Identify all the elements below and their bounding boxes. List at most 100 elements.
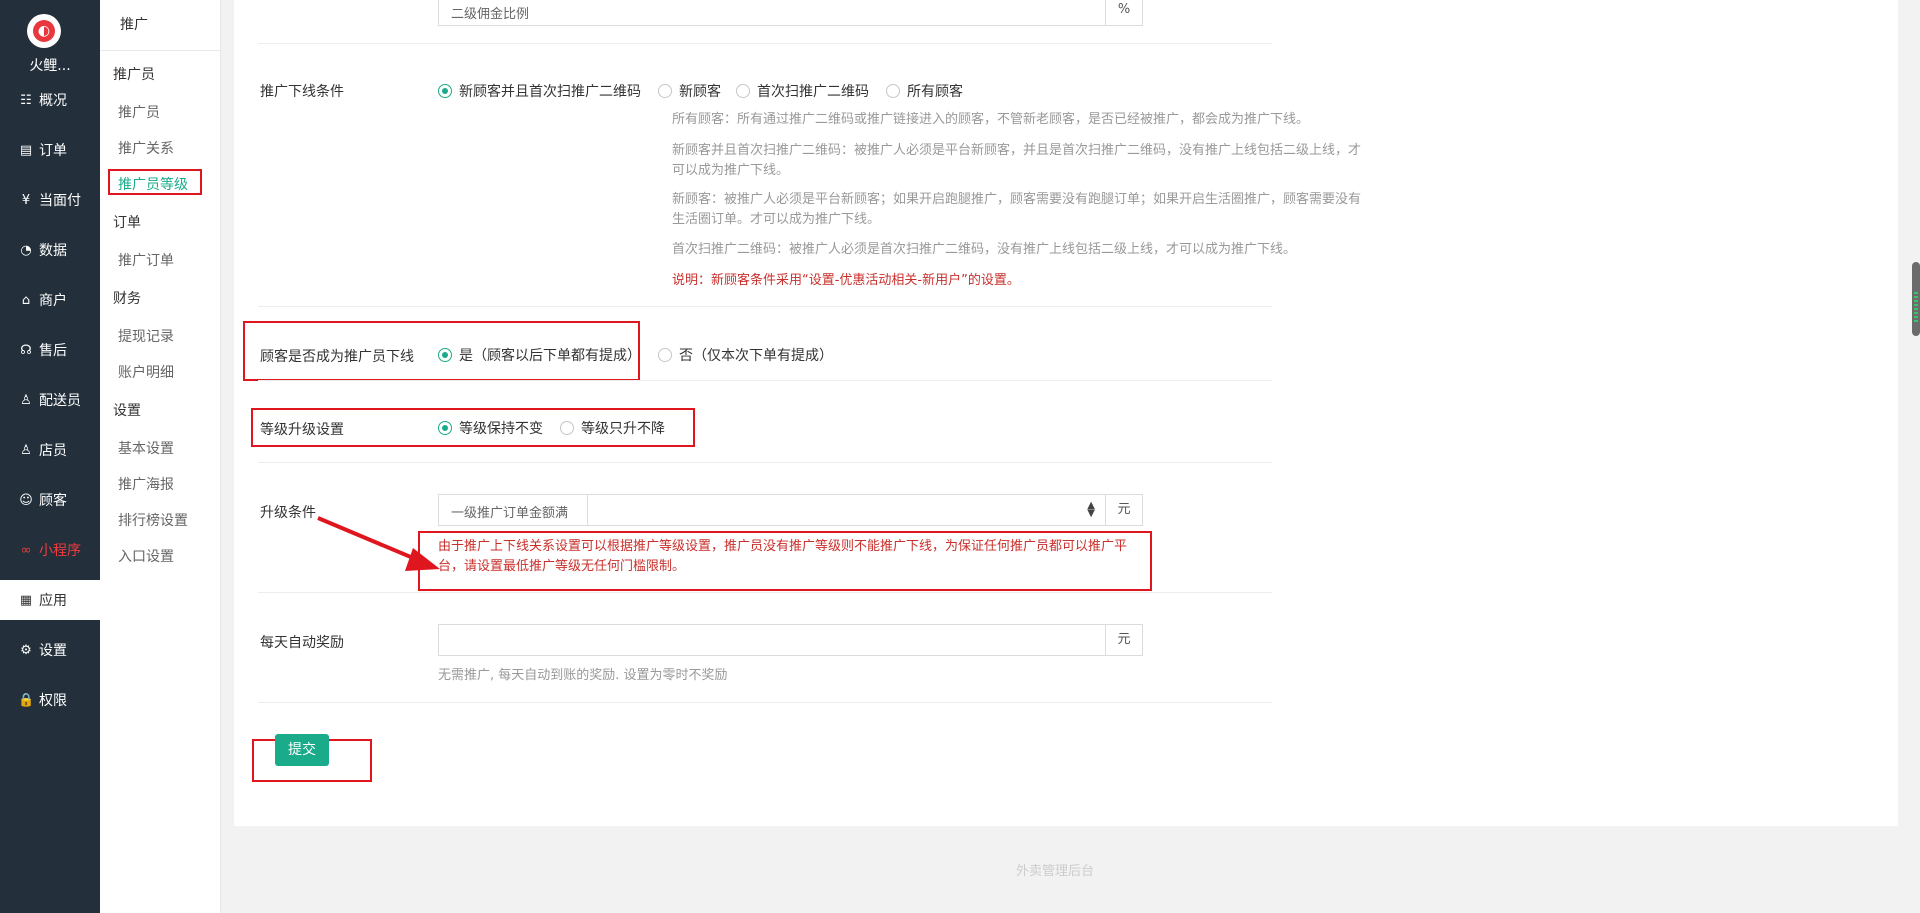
- highlight-box: [108, 169, 202, 195]
- brand-logo[interactable]: ◐: [27, 14, 61, 48]
- nav-item-overview[interactable]: ☷ 概况: [0, 80, 100, 120]
- row-divider: [258, 592, 1272, 593]
- radio-new-customer[interactable]: 新顾客: [658, 81, 721, 101]
- customer-icon: ☺: [19, 492, 33, 508]
- radio-dot: [438, 348, 452, 362]
- radio-label: 否（仅本次下单有提成）: [679, 348, 833, 364]
- nav-item-data[interactable]: ◔ 数据: [0, 230, 100, 270]
- daily-reward-input[interactable]: [438, 624, 1106, 656]
- radio-label: 新顾客并且首次扫推广二维码: [459, 84, 641, 100]
- radio-dot: [658, 84, 672, 98]
- row-divider: [258, 462, 1272, 463]
- footer-text: 外卖管理后台: [1016, 864, 1095, 879]
- apps-icon: ▦: [19, 592, 33, 608]
- radio-level-up-only[interactable]: 等级只升不降: [560, 418, 665, 438]
- subnav-link-ranking[interactable]: 排行榜设置: [118, 510, 188, 530]
- upgrade-warning: 由于推广上下线关系设置可以根据推广等级设置，推广员没有推广等级则不能推广下线，为…: [438, 539, 1128, 574]
- upgrade-select-value: 一级推广订单金额满: [451, 506, 569, 521]
- percent-addon: %: [1105, 0, 1143, 26]
- form-card: 二级佣金比例 % 推广下线条件 新顾客并且首次扫推广二维码 新顾客 首次扫推广二…: [234, 0, 1898, 826]
- radio-new-and-first-scan[interactable]: 新顾客并且首次扫推广二维码: [438, 81, 641, 101]
- nav-label: 售后: [39, 343, 67, 359]
- upgrade-amount-input[interactable]: ▲ ▼: [587, 494, 1106, 526]
- service-icon: ☊: [20, 342, 32, 358]
- nav-label: 应用: [39, 593, 67, 609]
- nav-label: 设置: [39, 643, 67, 659]
- nav-label: 概况: [39, 93, 67, 109]
- row-divider: [258, 306, 1272, 307]
- radio-customer-no[interactable]: 否（仅本次下单有提成）: [658, 345, 833, 365]
- lock-icon: 🔒: [18, 692, 35, 708]
- yuan-addon: 元: [1105, 624, 1143, 656]
- daily-reward-help: 无需推广, 每天自动到账的奖励. 设置为零时不奖励: [438, 668, 728, 683]
- downline-help-new: 新顾客：被推广人必须是平台新顾客；如果开启跑腿推广，顾客需要没有跑腿订单；如果开…: [672, 192, 1362, 227]
- radio-dot: [658, 348, 672, 362]
- radio-dot: [438, 421, 452, 435]
- radio-dot: [736, 84, 750, 98]
- courier-icon: ♙: [20, 392, 32, 408]
- nav-label: 当面付: [39, 193, 81, 209]
- subnav-link-promoter[interactable]: 推广员: [118, 102, 160, 122]
- nav-item-staff[interactable]: ♙ 店员: [0, 430, 100, 470]
- sub-nav: 推广 推广员 推广员 推广关系 推广员等级 订单 推广订单 财务 提现记录 账户…: [100, 0, 221, 913]
- radio-all-customers[interactable]: 所有顾客: [886, 81, 963, 101]
- nav-label: 小程序: [39, 543, 81, 559]
- subnav-group-promoter: 推广员: [113, 67, 155, 83]
- subnav-group-finance: 财务: [113, 291, 141, 307]
- nav-item-miniapp[interactable]: ∞ 小程序: [0, 530, 100, 570]
- nav-item-apps[interactable]: ▦ 应用: [0, 580, 100, 620]
- nav-item-merchant[interactable]: ⌂ 商户: [0, 280, 100, 320]
- yuan-icon: ¥: [21, 192, 31, 208]
- customer-downline-label: 顾客是否成为推广员下线: [260, 349, 414, 365]
- downline-note: 说明：新顾客条件采用“设置-优惠活动相关-新用户”的设置。: [672, 273, 1020, 288]
- radio-customer-yes[interactable]: 是（顾客以后下单都有提成）: [438, 345, 641, 365]
- submit-button[interactable]: 提交: [275, 734, 329, 766]
- spinner-icon[interactable]: ▲ ▼: [1087, 501, 1095, 519]
- nav-item-face-pay[interactable]: ¥ 当面付: [0, 180, 100, 220]
- nav-item-customer[interactable]: ☺ 顾客: [0, 480, 100, 520]
- upgrade-condition-select[interactable]: 一级推广订单金额满: [438, 494, 588, 526]
- radio-label: 等级保持不变: [459, 421, 543, 437]
- subnav-link-basic[interactable]: 基本设置: [118, 438, 174, 458]
- logo-icon: ◐: [33, 20, 55, 42]
- radio-level-keep[interactable]: 等级保持不变: [438, 418, 543, 438]
- daily-reward-label: 每天自动奖励: [260, 635, 344, 651]
- radio-dot: [438, 84, 452, 98]
- radio-dot: [560, 421, 574, 435]
- dashboard-icon: ☷: [20, 92, 32, 108]
- subnav-title: 推广: [120, 17, 148, 33]
- radio-label: 等级只升不降: [581, 421, 665, 437]
- nav-label: 顾客: [39, 493, 67, 509]
- subnav-link-account[interactable]: 账户明细: [118, 362, 174, 382]
- subnav-link-relation[interactable]: 推广关系: [118, 138, 174, 158]
- downline-label: 推广下线条件: [260, 84, 344, 100]
- row-divider: [258, 380, 1272, 381]
- scrollbar-thumb[interactable]: [1912, 262, 1920, 336]
- subnav-link-withdraw[interactable]: 提现记录: [118, 326, 174, 346]
- store-icon: ⌂: [21, 292, 31, 308]
- subnav-link-promo-orders[interactable]: 推广订单: [118, 250, 174, 270]
- radio-label: 首次扫推广二维码: [757, 84, 869, 100]
- downline-help-first: 首次扫推广二维码：被推广人必须是首次扫推广二维码，没有推广上线包括二级上线，才可…: [672, 242, 1297, 257]
- level2-placeholder: 二级佣金比例: [451, 7, 530, 22]
- page-scrollbar[interactable]: [1912, 0, 1920, 913]
- main-nav: ◐ 火鲤... ☷ 概况 ▤ 订单 ¥ 当面付 ◔ 数据 ⌂ 商户 ☊ 售后 ♙ 配送员 ♙ 店…: [0, 0, 100, 913]
- nav-item-orders[interactable]: ▤ 订单: [0, 130, 100, 170]
- nav-label: 权限: [39, 693, 67, 709]
- subnav-link-entry[interactable]: 入口设置: [118, 546, 174, 566]
- nav-item-courier[interactable]: ♙ 配送员: [0, 380, 100, 420]
- radio-label: 所有顾客: [907, 84, 963, 100]
- radio-first-scan[interactable]: 首次扫推广二维码: [736, 81, 869, 101]
- nav-item-aftersale[interactable]: ☊ 售后: [0, 330, 100, 370]
- nav-label: 订单: [39, 143, 67, 159]
- downline-help-all: 所有顾客：所有通过推广二维码或推广链接进入的顾客，不管新老顾客，是否已经被推广，…: [672, 112, 1310, 127]
- nav-label: 商户: [39, 293, 67, 309]
- nav-item-settings[interactable]: ⚙ 设置: [0, 630, 100, 670]
- miniapp-icon: ∞: [20, 542, 32, 558]
- order-icon: ▤: [19, 142, 33, 158]
- radio-dot: [886, 84, 900, 98]
- nav-item-permission[interactable]: 🔒 权限: [0, 680, 100, 720]
- level2-rate-input[interactable]: 二级佣金比例: [438, 0, 1106, 26]
- subnav-link-poster[interactable]: 推广海报: [118, 474, 174, 494]
- brand-name: 火鲤...: [29, 58, 71, 74]
